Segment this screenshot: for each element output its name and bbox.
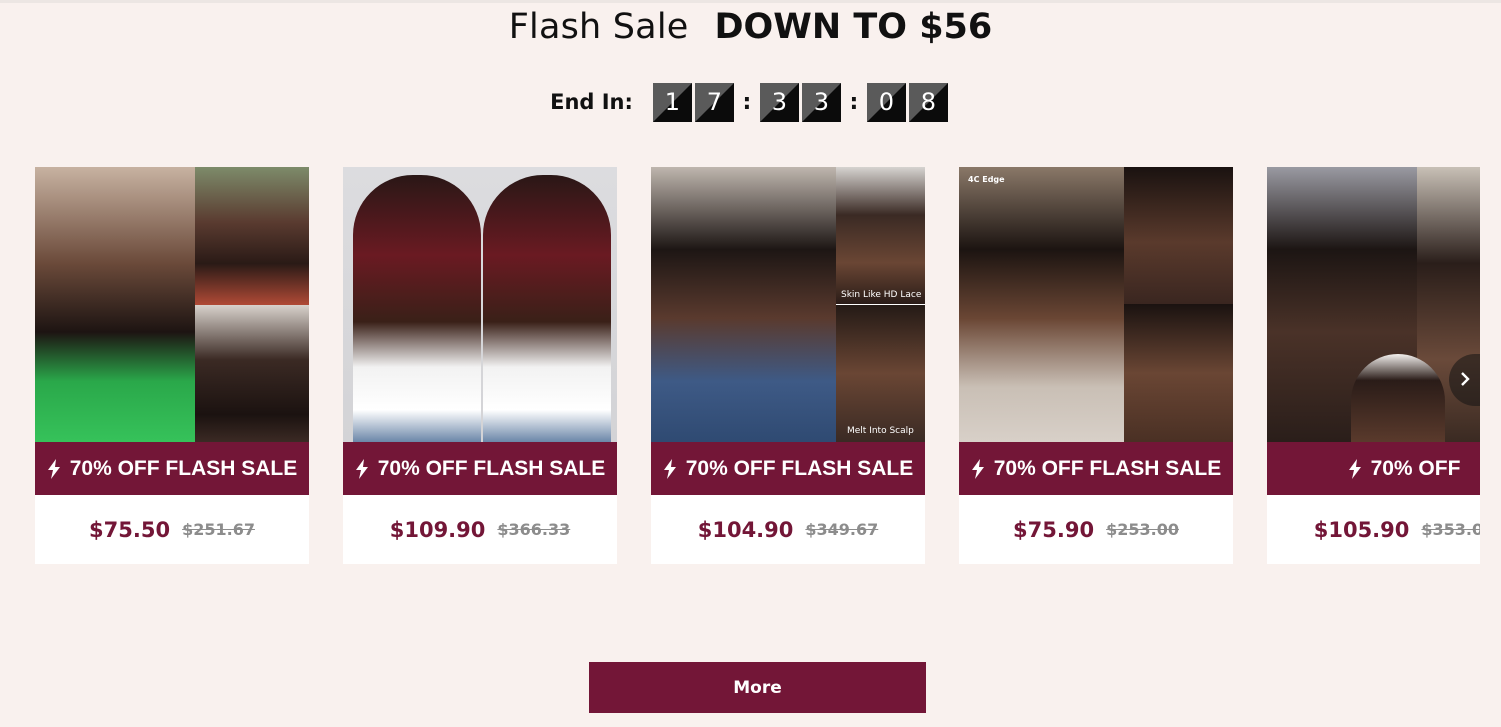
headline-discount: DOWN TO $56	[714, 7, 993, 47]
product-image[interactable]: Skin Like HD Lace Melt Into Scalp	[651, 167, 925, 442]
price-row: $75.90 $253.00	[959, 495, 1233, 564]
lightning-bolt-icon	[971, 458, 985, 479]
countdown-seconds-tens: 0	[866, 82, 906, 122]
product-image[interactable]	[343, 167, 617, 442]
product-image[interactable]	[1267, 167, 1480, 442]
price-row: $75.50 $251.67	[35, 495, 309, 564]
product-card[interactable]: 4C Edge 70% OFF FLASH SALE $75.90 $253.0…	[959, 167, 1233, 564]
sale-price: $104.90	[697, 517, 794, 542]
flash-sale-headline: Flash Sale DOWN TO $56	[0, 4, 1501, 50]
chevron-right-icon	[1460, 370, 1470, 391]
flash-sale-banner: 70% OFF	[1267, 442, 1480, 495]
flash-sale-banner: 70% OFF FLASH SALE	[35, 442, 309, 495]
product-carousel: 70% OFF FLASH SALE $75.50 $251.67 70% OF…	[35, 167, 1480, 565]
product-card[interactable]: 70% OFF FLASH SALE $75.50 $251.67	[35, 167, 309, 564]
headline-title: Flash Sale	[508, 7, 689, 47]
image-caption: Skin Like HD Lace	[841, 290, 922, 300]
countdown-minutes-ones: 3	[801, 82, 841, 122]
countdown-hours-ones: 7	[694, 82, 734, 122]
banner-text: 70% OFF FLASH SALE	[69, 456, 298, 480]
banner-text: 70% OFF FLASH SALE	[377, 456, 606, 480]
banner-text: 70% OFF FLASH SALE	[685, 456, 914, 480]
countdown-separator: :	[742, 89, 752, 115]
flash-sale-banner: 70% OFF FLASH SALE	[651, 442, 925, 495]
sale-price: $75.90	[1013, 517, 1095, 542]
countdown-separator: :	[849, 89, 859, 115]
product-image[interactable]	[35, 167, 309, 442]
flash-sale-banner: 70% OFF FLASH SALE	[343, 442, 617, 495]
countdown-timer: End In: 1 7 : 3 3 : 0 8	[0, 82, 1501, 122]
banner-text: 70% OFF FLASH SALE	[993, 456, 1222, 480]
more-button[interactable]: More	[589, 662, 926, 713]
product-card[interactable]: Skin Like HD Lace Melt Into Scalp 70% OF…	[651, 167, 925, 564]
lightning-bolt-icon	[47, 458, 61, 479]
countdown-hours-tens: 1	[652, 82, 692, 122]
price-row: $104.90 $349.67	[651, 495, 925, 564]
countdown-label: End In:	[550, 90, 633, 114]
price-row: $109.90 $366.33	[343, 495, 617, 564]
sale-price: $75.50	[89, 517, 171, 542]
sale-price: $109.90	[389, 517, 486, 542]
lightning-bolt-icon	[355, 458, 369, 479]
price-row: $105.90 $353.00	[1267, 495, 1480, 564]
original-price: $353.00	[1421, 520, 1480, 539]
original-price: $253.00	[1106, 520, 1179, 539]
countdown-seconds-ones: 8	[908, 82, 948, 122]
image-caption: 4C Edge	[968, 175, 1005, 184]
top-divider	[0, 0, 1501, 3]
flash-sale-banner: 70% OFF FLASH SALE	[959, 442, 1233, 495]
original-price: $349.67	[805, 520, 879, 539]
banner-text: 70% OFF	[1370, 456, 1461, 480]
image-caption: Melt Into Scalp	[847, 426, 914, 436]
lightning-bolt-icon	[663, 458, 677, 479]
original-price: $251.67	[182, 520, 255, 539]
lightning-bolt-icon	[1348, 458, 1362, 479]
product-image[interactable]: 4C Edge	[959, 167, 1233, 442]
sale-price: $105.90	[1313, 517, 1410, 542]
original-price: $366.33	[497, 520, 571, 539]
product-card[interactable]: 70% OFF $105.90 $353.00	[1267, 167, 1480, 564]
countdown-minutes-tens: 3	[759, 82, 799, 122]
product-card[interactable]: 70% OFF FLASH SALE $109.90 $366.33	[343, 167, 617, 564]
